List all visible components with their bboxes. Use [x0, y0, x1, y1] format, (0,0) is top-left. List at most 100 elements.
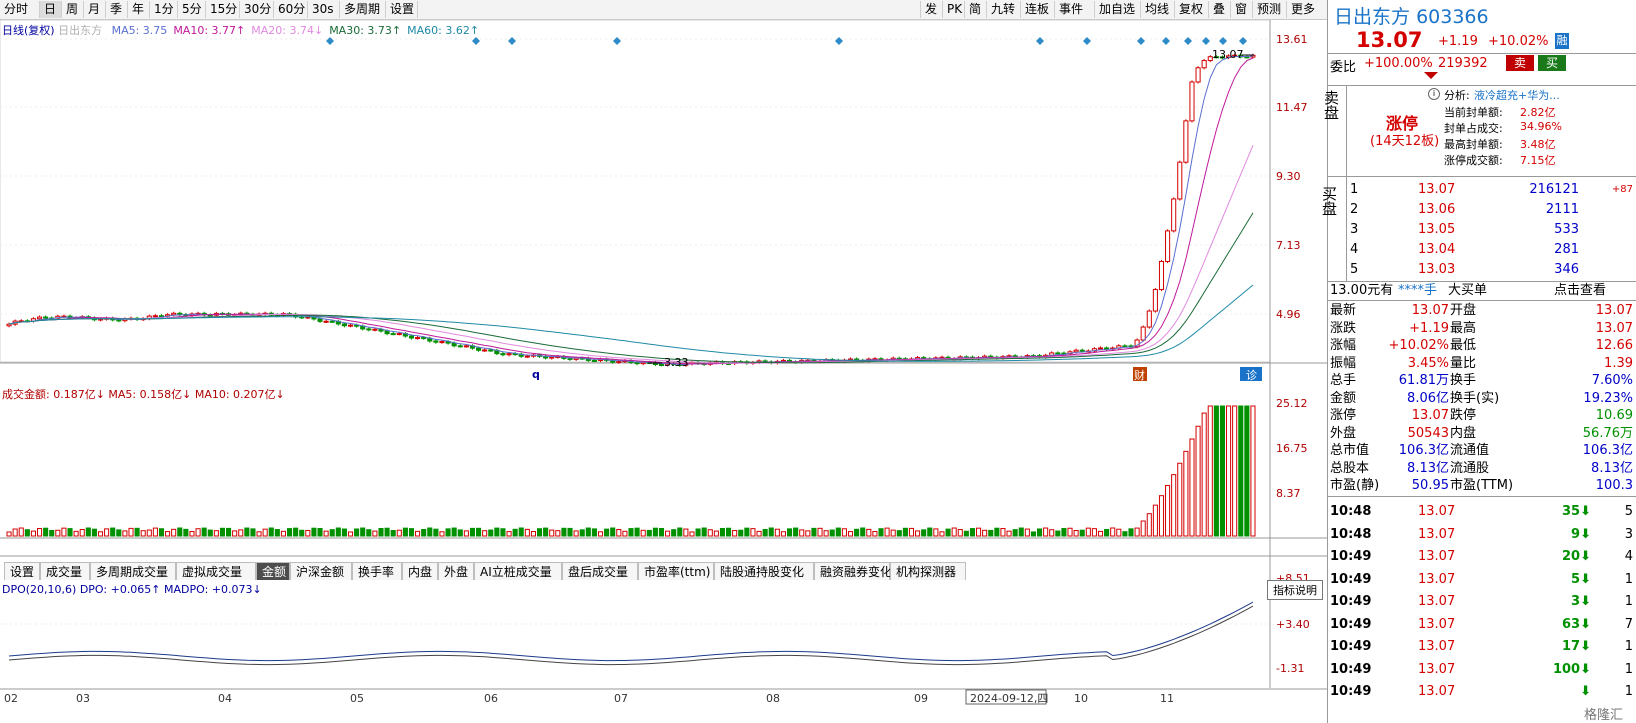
volume-bar [305, 529, 311, 537]
tool-0-button[interactable]: 发 [920, 1, 942, 18]
period-13-button[interactable]: 设置 [386, 1, 418, 18]
indicator-tab[interactable]: 外盘 [438, 562, 474, 580]
tool-10-button[interactable]: 窗 [1230, 1, 1252, 18]
indicator-tab[interactable]: 内盘 [402, 562, 438, 580]
detail-key: 流通值 [1450, 443, 1490, 458]
divider [1328, 176, 1636, 177]
bid-row[interactable]: 2 13.06 2111 [1328, 200, 1636, 220]
chart-area[interactable]: 13.61 11.47 9.30 7.13 4.96 25.12 16.75 8.37 +8.5… [0, 20, 1327, 723]
period-1-button[interactable]: 日 [40, 1, 62, 18]
period-7-button[interactable]: 5分 [178, 1, 206, 18]
detail-row: 市盈(静) 50.95 市盈(TTM) 100.3 [1328, 477, 1636, 494]
period-8-button[interactable]: 15分 [206, 1, 240, 18]
arrow-down-icon: ⬇ [1580, 661, 1591, 677]
indicator-tab[interactable]: 金额 [256, 562, 290, 580]
volume-bar [329, 529, 335, 537]
tick-time: 10:49 [1330, 594, 1372, 609]
indicator-tab[interactable]: 陆股通持股变化 [714, 562, 814, 580]
indicator-help-button[interactable]: 指标说明 [1267, 580, 1323, 600]
tool-7-button[interactable]: 均线 [1140, 1, 1174, 18]
volume-bar [85, 527, 91, 537]
period-4-button[interactable]: 季 [106, 1, 128, 18]
legend-title: 日线(复权) [2, 24, 55, 37]
volume-bar [884, 527, 890, 537]
period-5-button[interactable]: 年 [128, 1, 150, 18]
volume-bar [860, 527, 866, 537]
tool-8-button[interactable]: 复权 [1174, 1, 1208, 18]
arrow-down-icon: ⬇ [1580, 594, 1591, 609]
buy-button[interactable]: 买 [1538, 55, 1566, 71]
bid-row[interactable]: 5 13.03 346 [1328, 260, 1636, 280]
volume-bar [488, 529, 494, 537]
limit-up-stat-row: 当前封单额: 2.82亿 [1444, 104, 1556, 120]
period-2-button[interactable]: 周 [62, 1, 84, 18]
volume-bar [896, 530, 902, 537]
volume-bar [1232, 405, 1238, 537]
tool-11-button[interactable]: 预测 [1252, 1, 1286, 18]
candle-body [1171, 198, 1177, 232]
candle-body [1158, 260, 1165, 291]
period-0-button[interactable]: 分时 [0, 1, 40, 18]
indicator-tab[interactable]: 市盈率(ttm) [638, 562, 714, 580]
tool-12-button[interactable]: 更多 [1286, 1, 1320, 18]
tick-row: 10:49 13.07 20⬇ 4 [1328, 545, 1636, 568]
last-price: 13.07 [1356, 28, 1423, 52]
big-order-link[interactable]: 点击查看 [1554, 282, 1606, 300]
volume-bar [165, 531, 171, 537]
diagnose-badge: 诊 [1246, 368, 1257, 382]
volume-bar [976, 527, 982, 537]
tool-9-button[interactable]: 叠 [1208, 1, 1230, 18]
kline-chart[interactable]: 13.6111.479.307.134.9625.1216.758.37+8.5… [0, 20, 1327, 723]
period-12-button[interactable]: 多周期 [340, 1, 386, 18]
detail-value: 13.07 [1595, 303, 1633, 318]
period-6-button[interactable]: 1分 [150, 1, 178, 18]
tool-2-button[interactable]: 简 [964, 1, 986, 18]
indicator-tab[interactable]: 多周期成交量 [90, 562, 176, 580]
tool-4-button[interactable]: 连板 [1020, 1, 1054, 18]
period-10-button[interactable]: 60分 [274, 1, 308, 18]
sell-button[interactable]: 卖 [1506, 55, 1534, 71]
volume-bar [506, 531, 512, 537]
info-icon[interactable]: i [1428, 88, 1440, 100]
detail-row: 涨幅 +10.02% 最低 12.66 [1328, 337, 1636, 354]
indicator-tab[interactable]: 机构探测器 [890, 562, 966, 580]
indicator-tab[interactable]: 沪深金额 [290, 562, 352, 580]
tool-3-button[interactable]: 九转 [986, 1, 1020, 18]
volume-bar [140, 530, 146, 537]
candle-body [341, 323, 347, 327]
bid-row[interactable]: 4 13.04 281 [1328, 240, 1636, 260]
bid-row[interactable]: 1 13.07 216121 +87 [1328, 180, 1636, 200]
indicator-tab[interactable]: 成交量 [40, 562, 90, 580]
indicator-tab[interactable]: 盘后成交量 [562, 562, 638, 580]
volume-bar [274, 529, 280, 537]
candle-body [1189, 81, 1195, 122]
indicator-tab[interactable]: 换手率 [352, 562, 402, 580]
arrow-down-icon: ⬇ [1580, 571, 1591, 587]
analysis-text[interactable]: 液冷超充+华为... [1474, 87, 1560, 103]
volume-bar [61, 527, 67, 537]
tool-6-button[interactable]: 加自选 [1094, 1, 1140, 18]
indicator-tab[interactable]: AI立桩成交量 [474, 562, 562, 580]
detail-key: 总股本 [1330, 460, 1370, 476]
volume-bar [445, 528, 451, 537]
tool-5-button[interactable]: 事件 [1054, 1, 1094, 18]
dpo-legend: DPO(20,10,6) DPO: +0.065↑ MADPO: +0.073↓ [2, 583, 262, 596]
period-9-button[interactable]: 30分 [240, 1, 274, 18]
volume-bar [1104, 528, 1110, 537]
volume-bar [152, 527, 158, 537]
period-11-button[interactable]: 30s [308, 1, 340, 18]
indicator-tab[interactable]: 融资融券变化 [814, 562, 892, 580]
bid-row[interactable]: 3 13.05 533 [1328, 220, 1636, 240]
collapse-chevron-icon[interactable] [1424, 72, 1438, 79]
volume-bar [750, 528, 756, 537]
indicator-tab[interactable]: 虚拟成交量 [176, 562, 256, 580]
big-order-bar[interactable]: 13.00元有 ****手 大买单 点击查看 [1328, 282, 1636, 300]
candle-body [433, 340, 439, 343]
tool-1-button[interactable]: PK [942, 1, 964, 18]
stat-key: 最高封单额: [1444, 138, 1503, 151]
indicator-tab[interactable]: 设置 [4, 562, 40, 580]
ma-line [8, 145, 1254, 364]
tick-price: 13.07 [1418, 526, 1456, 542]
period-3-button[interactable]: 月 [84, 1, 106, 18]
tick-row: 10:48 13.07 35⬇ 5 [1328, 500, 1636, 523]
